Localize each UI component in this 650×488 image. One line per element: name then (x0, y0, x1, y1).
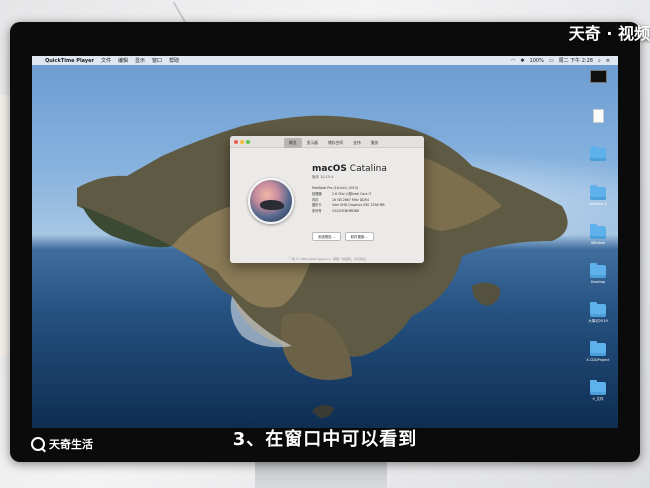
tab-service[interactable]: 服务 (366, 138, 384, 148)
desktop-icon-label: X.CDDProject (586, 358, 610, 362)
desktop-icon-label: Desktop (590, 280, 606, 284)
desktop-icon[interactable] (584, 70, 612, 109)
menu-status-area: ◠ ✱ 100% ▭ 周二 下午 2:28 ⌕ ≡ (511, 57, 618, 65)
subtitle-caption: 3、在窗口中可以看到 (232, 429, 418, 450)
folder-icon (590, 263, 606, 278)
folder-icon (590, 380, 606, 395)
battery-icon[interactable]: ▭ (549, 58, 554, 64)
spec-key: 序列号 (312, 209, 322, 214)
desktop-icon-label: 大事记2019 (588, 319, 608, 323)
menu-item-file[interactable]: 文件 (101, 57, 111, 64)
watermark-bottom-left: 天奇生活 (31, 436, 93, 452)
tab-overview[interactable]: 概览 (284, 138, 302, 148)
tab-support[interactable]: 支持 (348, 138, 366, 148)
watermark-top-right: 天奇 · 视频 (568, 24, 650, 43)
menu-app-name[interactable]: QuickTime Player (45, 58, 94, 64)
os-name-light: Catalina (349, 164, 387, 174)
desktop-icon-label: 9_文件 (592, 397, 604, 401)
folder-icon (590, 146, 606, 161)
menu-item-window[interactable]: 窗口 (152, 57, 162, 64)
window-titlebar: 概览 显示器 储存空间 支持 服务 (230, 136, 424, 148)
desktop-icon-label: Window 2 (589, 202, 607, 206)
close-button[interactable] (234, 139, 238, 144)
wifi-icon[interactable]: ◠ (511, 58, 515, 64)
thumbnail-icon (589, 70, 607, 83)
os-version: 版本 10.15.4 (312, 175, 334, 179)
battery-percent[interactable]: 100% (530, 58, 544, 64)
zoom-button[interactable] (246, 139, 250, 144)
catalina-logo (248, 178, 294, 224)
os-name-bold: macOS (312, 164, 347, 174)
about-body: macOS Catalina 版本 10.15.4 MacBook Pro (1… (230, 148, 424, 263)
clock[interactable]: 周二 下午 2:28 (559, 57, 593, 64)
folder-icon (590, 341, 606, 356)
desktop-icon[interactable]: Window (584, 224, 612, 265)
brand-name: 天奇生活 (49, 438, 93, 451)
monitor-stand (255, 458, 387, 488)
spec-value: C02ZH1NHMD6R (332, 209, 360, 214)
document-icon (592, 109, 604, 123)
os-name: macOS Catalina (312, 164, 387, 174)
minimize-button[interactable] (240, 139, 244, 144)
bluetooth-icon[interactable]: ✱ (520, 58, 524, 64)
about-this-mac-window: 概览 显示器 储存空间 支持 服务 macOS Catalina 版本 10.1… (230, 136, 424, 263)
desktop-icon[interactable]: Desktop (584, 263, 612, 304)
desktop-icon[interactable] (584, 109, 612, 148)
menu-bar: QuickTime Player 文件 编辑 显示 窗口 帮助 ◠ ✱ 100%… (32, 56, 618, 65)
specs-list: MacBook Pro (16-inch, 2019) 处理器 2.6 GHz … (312, 186, 385, 215)
menu-item-edit[interactable]: 编辑 (118, 57, 128, 64)
desktop-icon[interactable] (584, 146, 612, 187)
control-center-icon[interactable]: ≡ (606, 58, 610, 64)
desktop-icon-label: Window (591, 241, 605, 245)
desktop-icon[interactable]: Window 2 (584, 185, 612, 226)
folder-icon (590, 185, 606, 200)
copyright-text: ™ 和 © 1983-2020 Apple Inc. 保留一切权利。许可协议 (287, 257, 366, 261)
software-update-button[interactable]: 软件更新... (344, 232, 374, 241)
tab-bar: 概览 显示器 储存空间 支持 服务 (284, 138, 383, 148)
system-report-button[interactable]: 系统报告... (312, 232, 341, 241)
menu-item-view[interactable]: 显示 (135, 57, 145, 64)
folder-icon (590, 302, 606, 317)
tab-displays[interactable]: 显示器 (302, 138, 323, 148)
desktop-icon[interactable]: X.CDDProject (584, 341, 612, 382)
desktop-icon[interactable]: 9_文件 (584, 380, 612, 421)
desktop-icon[interactable]: 大事记2019 (584, 302, 612, 343)
folder-icon (590, 224, 606, 239)
search-icon[interactable]: ⌕ (598, 58, 601, 64)
desktop-screen: QuickTime Player 文件 编辑 显示 窗口 帮助 ◠ ✱ 100%… (32, 56, 618, 428)
spec-row: 序列号 C02ZH1NHMD6R (312, 209, 385, 215)
about-buttons: 系统报告... 软件更新... (312, 232, 374, 241)
desktop-icons: Window 2 Window Desktop 大事记2019 X.CDDProject… (584, 70, 612, 421)
menu-item-help[interactable]: 帮助 (169, 57, 179, 64)
brand-logo-icon (31, 437, 45, 451)
tab-storage[interactable]: 储存空间 (323, 138, 348, 148)
